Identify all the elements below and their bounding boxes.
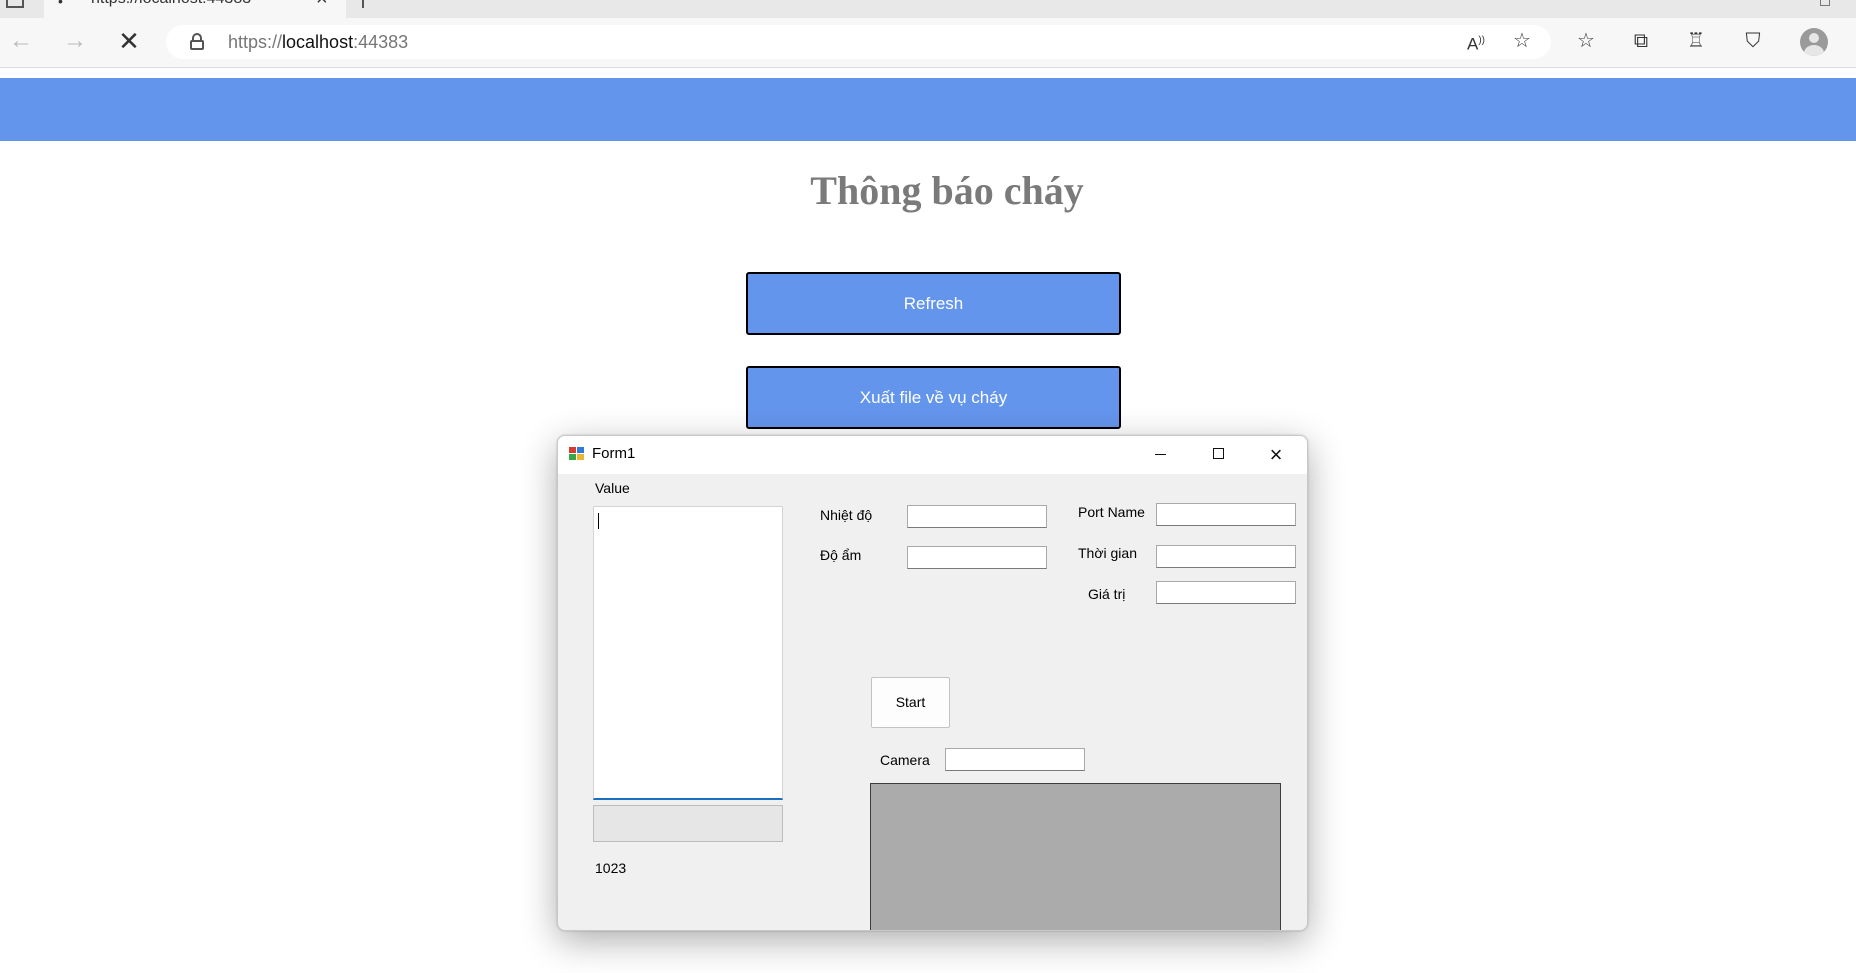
gia-tri-field[interactable] bbox=[1156, 581, 1296, 604]
add-favorite-icon[interactable]: ☆ bbox=[1509, 28, 1535, 54]
start-button[interactable]: Start bbox=[871, 677, 950, 728]
tab-close-icon[interactable]: × bbox=[316, 0, 328, 9]
stop-loading-icon[interactable]: ✕ bbox=[116, 28, 142, 54]
close-icon: × bbox=[1269, 442, 1283, 467]
form-app-icon bbox=[569, 447, 585, 461]
export-fire-report-button[interactable]: Xuất file về vụ cháy bbox=[746, 366, 1121, 429]
maximize-button[interactable] bbox=[1189, 436, 1247, 474]
tab-title: https://localhost:44383 bbox=[91, 0, 251, 8]
nhiet-do-label: Nhiệt độ bbox=[820, 507, 873, 523]
tab-loading-icon: • bbox=[58, 0, 63, 9]
url-scheme: https:// bbox=[228, 32, 283, 52]
form-title: Form1 bbox=[592, 445, 636, 462]
browser-essentials-icon[interactable]: ⛉ bbox=[1740, 28, 1766, 54]
value-label: Value bbox=[595, 480, 630, 496]
port-name-field[interactable] bbox=[1156, 503, 1296, 526]
form1-window: Form1 × Value 1023 Nhiệt độ Độ ẩm Port N… bbox=[557, 435, 1308, 931]
collections-icon[interactable]: ⧉ bbox=[1628, 28, 1654, 54]
profile-icon[interactable] bbox=[1800, 28, 1828, 56]
page-header-banner bbox=[0, 78, 1856, 141]
thoi-gian-field[interactable] bbox=[1156, 545, 1296, 568]
port-name-label: Port Name bbox=[1078, 504, 1145, 520]
back-arrow-icon[interactable]: ← bbox=[8, 28, 34, 54]
minimize-button[interactable] bbox=[1131, 436, 1189, 474]
page-title: Thông báo cháy bbox=[810, 168, 1084, 213]
url-host: localhost bbox=[282, 32, 354, 52]
camera-label: Camera bbox=[880, 752, 930, 768]
read-aloud-icon[interactable]: A)) bbox=[1463, 28, 1489, 54]
maximize-icon bbox=[1212, 447, 1224, 459]
extensions-icon[interactable]: ♖ bbox=[1683, 28, 1709, 54]
camera-field[interactable] bbox=[945, 748, 1085, 771]
browser-tab[interactable]: • https://localhost:44383 × bbox=[44, 0, 346, 18]
camera-picture-box bbox=[870, 783, 1281, 930]
count-label: 1023 bbox=[595, 860, 627, 876]
text-caret bbox=[598, 513, 599, 529]
window-restore-icon[interactable] bbox=[1820, 0, 1830, 6]
do-am-label: Độ ẩm bbox=[820, 547, 862, 563]
minimize-icon bbox=[1154, 454, 1166, 456]
thoi-gian-label: Thời gian bbox=[1078, 545, 1137, 561]
progress-bar bbox=[593, 805, 783, 842]
tab-separator bbox=[362, 0, 364, 8]
gia-tri-label: Giá trị bbox=[1088, 586, 1126, 602]
refresh-button[interactable]: Refresh bbox=[746, 272, 1121, 335]
favorites-icon[interactable]: ☆ bbox=[1573, 28, 1599, 54]
url-port: :44383 bbox=[353, 32, 409, 52]
close-button[interactable]: × bbox=[1247, 436, 1305, 474]
form1-titlebar[interactable]: Form1 × bbox=[558, 436, 1307, 474]
value-textbox[interactable] bbox=[593, 506, 783, 800]
do-am-field[interactable] bbox=[907, 546, 1047, 569]
forward-arrow-icon[interactable]: → bbox=[62, 28, 88, 54]
lock-icon[interactable] bbox=[190, 33, 204, 50]
sidebar-toggle-icon[interactable] bbox=[6, 0, 24, 8]
tab-strip: • https://localhost:44383 × bbox=[0, 0, 1856, 18]
address-bar[interactable]: https://localhost:44383 bbox=[166, 25, 1551, 59]
browser-toolbar: ← → ✕ https://localhost:44383 A)) ☆ ☆ ⧉ … bbox=[0, 18, 1856, 68]
nhiet-do-field[interactable] bbox=[907, 505, 1047, 528]
url-text[interactable]: https://localhost:44383 bbox=[228, 32, 408, 53]
